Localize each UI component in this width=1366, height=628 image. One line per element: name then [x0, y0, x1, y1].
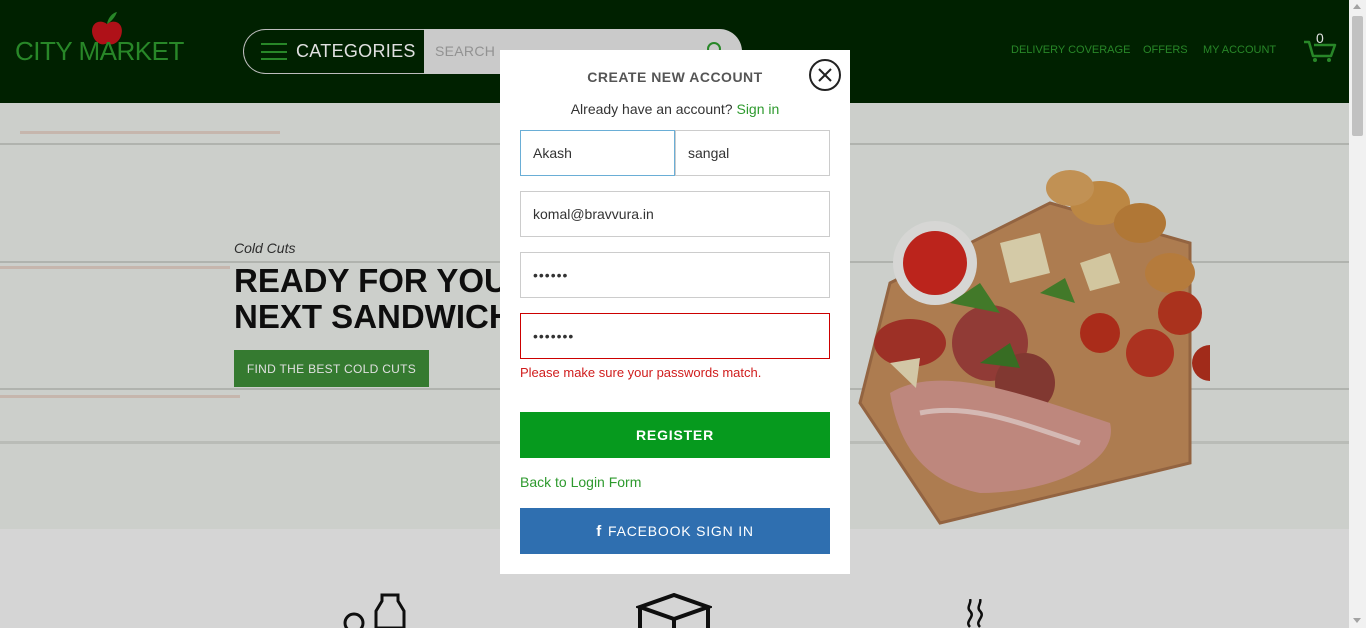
password-error-message: Please make sure your passwords match.	[520, 365, 762, 380]
scroll-thumb[interactable]	[1352, 16, 1363, 136]
close-icon	[818, 68, 832, 82]
create-account-modal: CREATE NEW ACCOUNT Already have an accou…	[500, 50, 850, 574]
facebook-icon: f	[596, 522, 602, 540]
first-name-field[interactable]	[520, 130, 675, 176]
register-button[interactable]: REGISTER	[520, 412, 830, 458]
signin-link[interactable]: Sign in	[736, 101, 779, 117]
page-scrollbar[interactable]	[1349, 0, 1366, 628]
password-field[interactable]	[520, 252, 830, 298]
confirm-password-field[interactable]	[520, 313, 830, 359]
facebook-signin-button[interactable]: f FACEBOOK SIGN IN	[520, 508, 830, 554]
scroll-up-arrow[interactable]	[1353, 4, 1361, 9]
back-to-login-link[interactable]: Back to Login Form	[520, 474, 641, 490]
signin-prompt-line: Already have an account? Sign in	[500, 101, 850, 117]
close-button[interactable]	[809, 59, 841, 91]
last-name-field[interactable]	[675, 130, 830, 176]
email-field[interactable]	[520, 191, 830, 237]
modal-title: CREATE NEW ACCOUNT	[587, 69, 763, 85]
facebook-signin-label: FACEBOOK SIGN IN	[607, 523, 754, 539]
signin-prompt-text: Already have an account?	[570, 101, 733, 117]
scroll-down-arrow[interactable]	[1353, 618, 1361, 623]
